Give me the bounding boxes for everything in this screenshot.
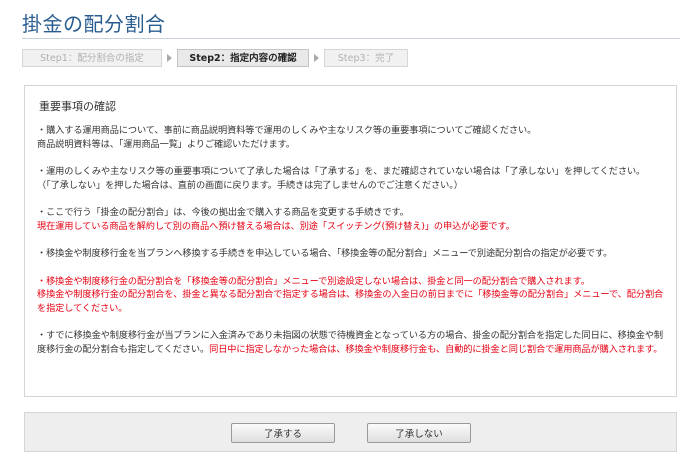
notice-text: ・運用のしくみや主なリスク等の重要事項について了承した場合は「了承する」を、まだ… [37,166,646,177]
warning-text: 移換金や制度移行金の配分割合を、掛金と異なる配分割合で指定する場合は、移換金の入… [37,289,664,314]
decline-button[interactable]: 了承しない [367,423,471,443]
notice-paragraph-6: ・すでに移換金や制度移行金が当プランに入金済みであり未指図の状態で待機資金となっ… [37,329,664,356]
notice-paragraph-3: ・ここで行う「掛金の配分割合」は、今後の拠出金で購入する商品を変更する手続きです… [37,206,664,233]
step-arrow-icon [314,54,319,62]
step-3: Step3：完了 [324,49,408,67]
step-arrow-icon [167,54,172,62]
panel-heading: 重要事項の確認 [39,100,116,113]
page-title: 掛金の配分割合 [22,12,166,36]
step-progress: Step1：配分割合の指定 Step2：指定内容の確認 Step3：完了 [22,48,408,68]
notice-paragraph-1: ・購入する運用商品について、事前に商品説明資料等で運用のしくみや主なリスク等の重… [37,124,664,151]
warning-text: ・移換金や制度移行金の配分割合を「移換金等の配分割合」メニューで別途設定しない場… [37,275,590,287]
accept-button[interactable]: 了承する [231,423,335,443]
notice-paragraph-5: ・移換金や制度移行金の配分割合を「移換金等の配分割合」メニューで別途設定しない場… [37,275,664,316]
button-bar: 了承する 了承しない [24,412,677,452]
step-2-current: Step2：指定内容の確認 [177,49,309,67]
title-divider [22,38,680,39]
notice-paragraph-4: ・移換金や制度移行金を当プランへ移換する手続きを申込している場合、「移換金等の配… [37,247,664,261]
notice-text: （「了承しない」を押した場合は、直前の画面に戻ります。手続きは完了しませんのでご… [37,179,463,191]
notice-paragraph-2: ・運用のしくみや主なリスク等の重要事項について了承した場合は「了承する」を、まだ… [37,165,664,192]
warning-text: 同日中に指定しなかった場合は、移換金や制度移行金も、自動的に掛金と同じ割合で運用… [209,343,663,355]
step-1: Step1：配分割合の指定 [22,49,162,67]
notice-text: 商品説明資料等は、「運用商品一覧」よりご確認いただけます。 [37,138,295,150]
warning-text: 現在運用している商品を解約して別の商品へ預け替える場合は、別途「スイッチング(預… [37,220,515,232]
notice-text: ・ここで行う「掛金の配分割合」は、今後の拠出金で購入する商品を変更する手続きです… [37,207,409,218]
notice-text: ・購入する運用商品について、事前に商品説明資料等で運用のしくみや主なリスク等の重… [37,125,537,136]
important-notice-panel: 重要事項の確認 ・購入する運用商品について、事前に商品説明資料等で運用のしくみや… [24,85,677,397]
notice-text: ・移換金や制度移行金を当プランへ移換する手続きを申込している場合、「移換金等の配… [37,248,613,259]
